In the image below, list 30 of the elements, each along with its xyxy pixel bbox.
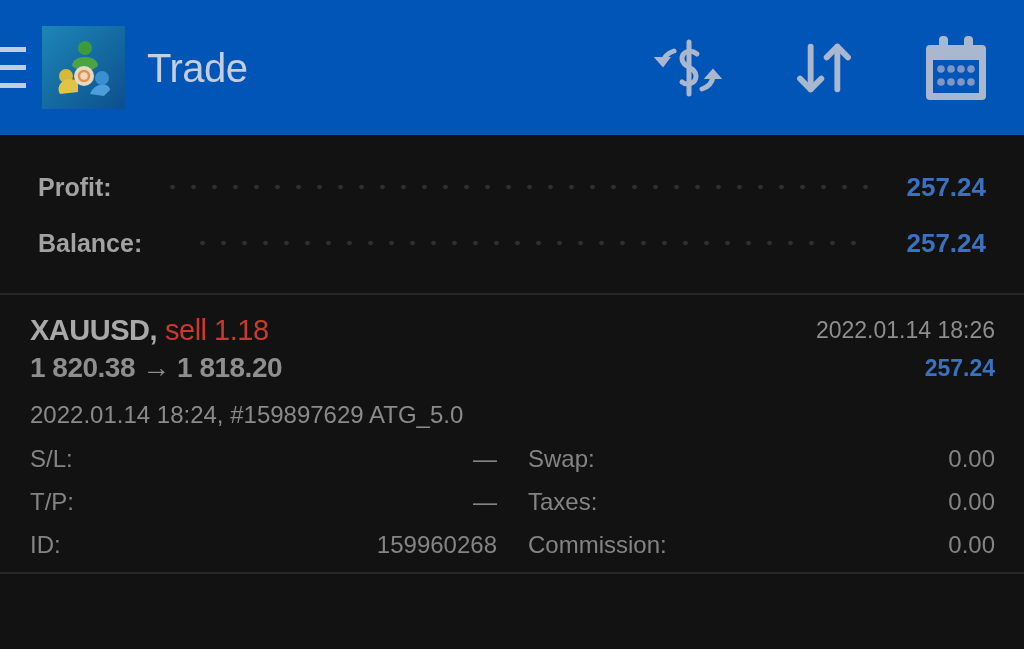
order-type-label: sell 1.18 <box>165 315 269 345</box>
detail-value: — <box>473 446 497 471</box>
detail-label: T/P: <box>30 489 74 514</box>
summary-label: Profit: <box>38 174 112 200</box>
detail-label: Swap: <box>528 446 595 471</box>
detail-label: Taxes: <box>528 489 598 514</box>
summary-label: Balance: <box>38 230 143 256</box>
open-info: 2022.01.14 18:24, #159897629 ATG_5.0 <box>30 403 464 427</box>
currency-exchange-button[interactable] <box>654 38 722 97</box>
detail-value: 0.00 <box>948 489 995 514</box>
detail-value: — <box>473 489 497 514</box>
summary-value: 257.24 <box>906 174 986 200</box>
price-change: 1 820.38 → 1 818.20 <box>30 354 283 382</box>
close-time: 2022.01.14 18:26 <box>815 318 995 342</box>
detail-label: S/L: <box>30 446 73 471</box>
menu-icon[interactable] <box>0 47 26 88</box>
symbol-label: XAUUSD, <box>30 315 157 345</box>
summary-value: 257.24 <box>906 230 986 256</box>
calendar-icon <box>926 35 986 100</box>
detail-value: 0.00 <box>948 446 995 471</box>
detail-label: Commission: <box>528 532 667 557</box>
screen-title: Trade <box>147 47 248 88</box>
dollar-exchange-icon <box>654 38 722 97</box>
position-row[interactable]: XAUUSD, sell 1.18 2022.01.14 18:26 1 820.38 → 1 818.20 257.24 2022.01.14 18:24, #159897629 ATG_5.0 S/L: — Swap: 0.00 T/P: — Taxes: 0.00 ID: 159960268 Commission: 0.00 <box>0 295 1024 574</box>
calendar-button[interactable] <box>926 35 986 100</box>
detail-label: ID: <box>30 532 61 557</box>
detail-value: 159960268 <box>376 532 497 557</box>
position-profit: 257.24 <box>924 356 995 380</box>
detail-value: 0.00 <box>948 532 995 557</box>
app-logo-icon <box>42 26 125 109</box>
